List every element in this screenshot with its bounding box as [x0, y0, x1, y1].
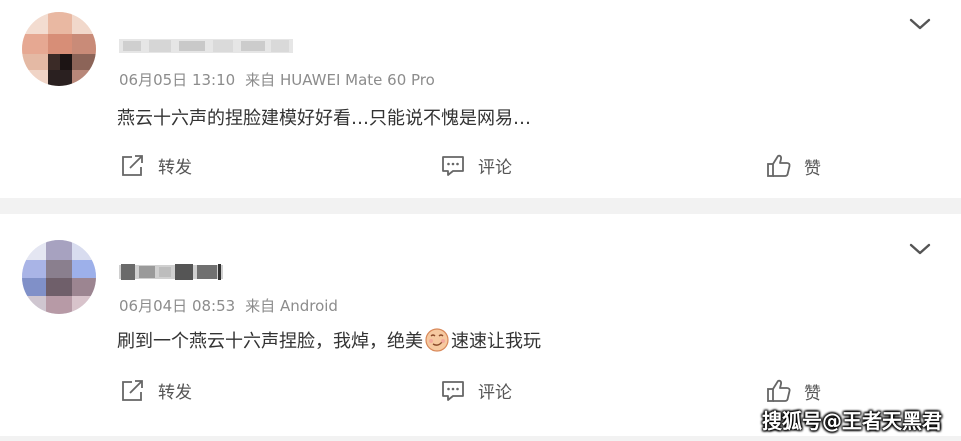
watermark: 搜狐号@王者天黑君	[762, 409, 942, 433]
repost-label: 转发	[158, 158, 192, 178]
post-date: 06月04日 08:53	[119, 297, 236, 315]
post-text-tail: 速速让我玩	[451, 331, 541, 352]
like-button[interactable]: 赞	[766, 153, 821, 179]
post-text-body: 燕云十六声的捏脸建模好好看…只能说不愧是网易…	[117, 108, 531, 129]
thumbs-up-icon	[767, 154, 791, 177]
thumbs-up-icon	[767, 379, 791, 402]
repost-label: 转发	[158, 383, 192, 403]
weibo-comment-card: 06月04日 08:53 来自 Android 刷到一个燕云十六声捏脸，我焯，绝美…	[0, 214, 961, 436]
post-meta: 06月04日 08:53 来自 Android	[119, 295, 338, 316]
comment-label: 评论	[478, 158, 512, 178]
share-icon	[122, 379, 143, 401]
like-button[interactable]: 赞	[766, 378, 821, 404]
repost-button[interactable]: 转发	[120, 378, 192, 403]
username-blurred[interactable]	[119, 261, 223, 283]
post-source: 来自 Android	[245, 297, 338, 315]
post-text: 燕云十六声的捏脸建模好好看…只能说不愧是网易…	[117, 104, 531, 130]
comment-button[interactable]: 评论	[440, 378, 512, 403]
post-text: 刷到一个燕云十六声捏脸，我焯，绝美 速速让我玩	[117, 327, 541, 357]
post-meta: 06月05日 13:10 来自 HUAWEI Mate 60 Pro	[119, 69, 435, 90]
weibo-comment-card: 06月05日 13:10 来自 HUAWEI Mate 60 Pro 燕云十六声的…	[0, 0, 961, 198]
share-icon	[122, 154, 143, 176]
like-label: 赞	[804, 158, 821, 179]
avatar[interactable]	[22, 12, 96, 86]
smirk-emoji-icon	[425, 328, 449, 357]
comment-button[interactable]: 评论	[440, 153, 512, 178]
chevron-down-icon[interactable]	[908, 16, 932, 32]
chevron-down-icon[interactable]	[908, 241, 932, 257]
comment-icon	[442, 155, 464, 176]
post-source: 来自 HUAWEI Mate 60 Pro	[245, 71, 435, 89]
comment-icon	[442, 380, 464, 401]
post-date: 06月05日 13:10	[119, 71, 236, 89]
avatar[interactable]	[22, 240, 96, 314]
username-blurred[interactable]	[119, 36, 293, 56]
post-text-body: 刷到一个燕云十六声捏脸，我焯，绝美	[117, 331, 423, 352]
comment-label: 评论	[478, 383, 512, 403]
like-label: 赞	[804, 383, 821, 404]
repost-button[interactable]: 转发	[120, 153, 192, 178]
